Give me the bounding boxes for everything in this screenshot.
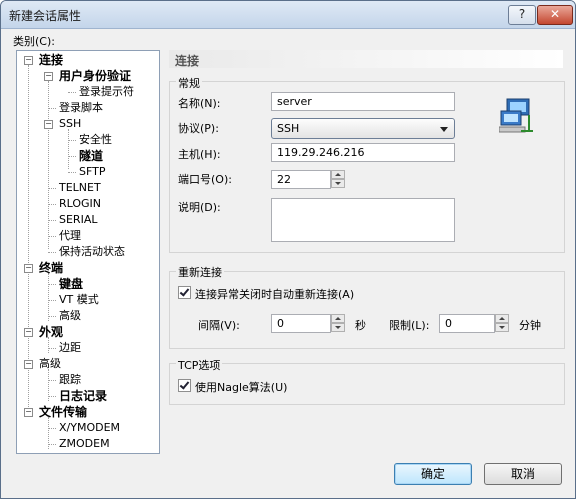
tcp-options-group-title: TCP选项 <box>176 357 223 373</box>
general-group-title: 常规 <box>176 75 202 91</box>
chevron-down-icon <box>440 127 448 132</box>
name-input[interactable]: server <box>271 92 455 111</box>
nagle-label: 使用Nagle算法(U) <box>195 381 288 394</box>
tree-item-terminal-advanced[interactable]: 高级 <box>59 308 81 324</box>
collapse-toggle-terminal[interactable]: − <box>24 264 33 273</box>
host-label: 主机(H): <box>178 148 221 161</box>
reconnect-group <box>169 271 565 349</box>
limit-label: 限制(L): <box>389 319 430 332</box>
tree-item-telnet[interactable]: TELNET <box>59 180 101 196</box>
description-label: 说明(D): <box>178 201 221 214</box>
port-label: 端口号(O): <box>178 173 232 186</box>
tree-item-serial[interactable]: SERIAL <box>59 212 97 228</box>
tree-item-logging[interactable]: 日志记录 <box>59 388 107 404</box>
tree-item-tunnel[interactable]: 隧道 <box>79 148 103 164</box>
auto-reconnect-checkbox[interactable] <box>178 286 191 299</box>
help-button[interactable]: ? <box>508 5 536 25</box>
tree-item-login-prompt[interactable]: 登录提示符 <box>79 84 134 100</box>
tree-item-connection[interactable]: 连接 <box>39 52 63 68</box>
protocol-label: 协议(P): <box>178 122 219 135</box>
tree-item-proxy[interactable]: 代理 <box>59 228 81 244</box>
tree-item-trace[interactable]: 跟踪 <box>59 372 81 388</box>
interval-unit: 秒 <box>355 319 366 332</box>
auto-reconnect-label: 连接异常关闭时自动重新连接(A) <box>195 288 355 301</box>
interval-input[interactable]: 0 <box>271 314 331 333</box>
tree-item-zmodem[interactable]: ZMODEM <box>59 436 110 452</box>
tree-item-rlogin[interactable]: RLOGIN <box>59 196 101 212</box>
tree-item-security[interactable]: 安全性 <box>79 132 112 148</box>
nagle-checkbox[interactable] <box>178 379 191 392</box>
collapse-toggle-connection[interactable]: − <box>24 56 33 65</box>
panel-title: 连接 <box>175 54 200 68</box>
limit-stepper[interactable] <box>495 314 509 333</box>
tree-item-sftp[interactable]: SFTP <box>79 164 105 180</box>
protocol-select-value: SSH <box>277 122 300 135</box>
title-bar[interactable]: 新建会话属性 ? ✕ <box>1 1 575 29</box>
description-textarea[interactable] <box>271 198 455 242</box>
tree-item-xymodem[interactable]: X/YMODEM <box>59 420 120 436</box>
panel-header: 连接 <box>169 50 563 68</box>
collapse-toggle-ssh[interactable]: − <box>44 120 53 129</box>
interval-label: 间隔(V): <box>198 319 240 332</box>
cancel-button[interactable]: 取消 <box>484 463 562 485</box>
tree-item-vt-mode[interactable]: VT 模式 <box>59 292 99 308</box>
window-title: 新建会话属性 <box>9 9 82 23</box>
collapse-toggle-user-auth[interactable]: − <box>44 72 53 81</box>
port-stepper[interactable] <box>331 170 345 189</box>
limit-input[interactable]: 0 <box>439 314 495 333</box>
limit-unit: 分钟 <box>519 319 541 332</box>
interval-stepper[interactable] <box>331 314 345 333</box>
tree-item-keyboard[interactable]: 键盘 <box>59 276 83 292</box>
port-input[interactable]: 22 <box>271 170 331 189</box>
close-button[interactable]: ✕ <box>537 5 573 25</box>
network-connection-icon <box>499 98 533 133</box>
collapse-toggle-advanced[interactable]: − <box>24 360 33 369</box>
name-label: 名称(N): <box>178 97 221 110</box>
tree-item-ssh[interactable]: SSH <box>59 116 81 132</box>
category-label: 类别(C): <box>13 35 55 48</box>
tree-item-terminal[interactable]: 终端 <box>39 260 63 276</box>
protocol-select[interactable]: SSH <box>271 118 455 139</box>
tree-item-keepalive[interactable]: 保持活动状态 <box>59 244 125 260</box>
tree-item-margin[interactable]: 边距 <box>59 340 81 356</box>
tree-item-advanced[interactable]: 高级 <box>39 356 61 372</box>
collapse-toggle-appearance[interactable]: − <box>24 328 33 337</box>
ok-button[interactable]: 确定 <box>394 463 472 485</box>
tree-item-file-transfer[interactable]: 文件传输 <box>39 404 87 420</box>
dialog-window: 新建会话属性 ? ✕ 类别(C): − 连接 − 用户身份验证 登录提示符 登录… <box>0 0 576 499</box>
reconnect-group-title: 重新连接 <box>176 264 224 280</box>
tree-item-login-script[interactable]: 登录脚本 <box>59 100 103 116</box>
category-tree[interactable]: − 连接 − 用户身份验证 登录提示符 登录脚本 − SSH 安全性 隧道 SF… <box>16 50 160 454</box>
host-input[interactable]: 119.29.246.216 <box>271 143 455 162</box>
tree-item-appearance[interactable]: 外观 <box>39 324 63 340</box>
collapse-toggle-file-transfer[interactable]: − <box>24 408 33 417</box>
tree-item-user-auth[interactable]: 用户身份验证 <box>59 68 131 84</box>
